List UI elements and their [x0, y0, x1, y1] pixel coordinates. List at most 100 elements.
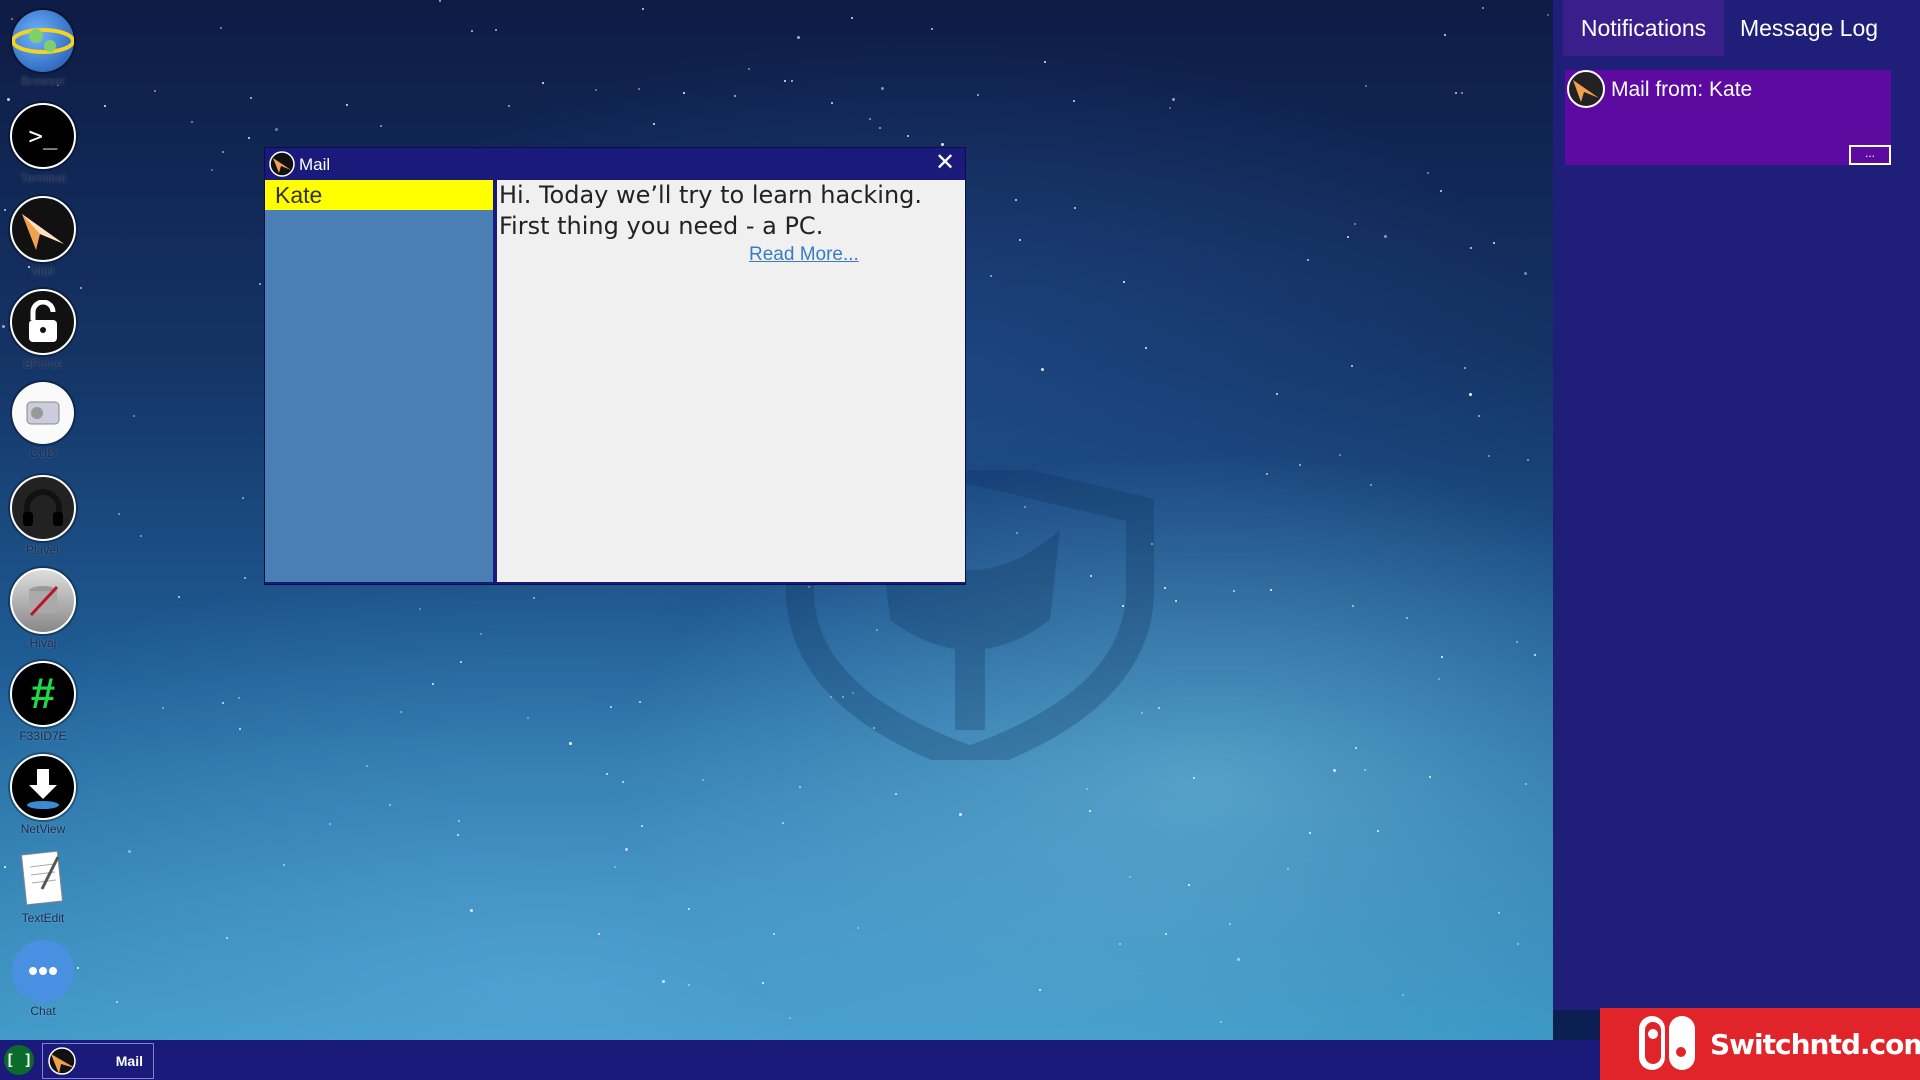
- desktop-icon-mail[interactable]: Mail: [8, 196, 78, 286]
- star: [625, 848, 628, 851]
- star: [990, 275, 992, 277]
- star: [118, 513, 120, 515]
- star: [881, 87, 884, 90]
- star: [1044, 61, 1046, 63]
- switch-logo-icon: [1639, 1016, 1695, 1070]
- star: [799, 786, 801, 788]
- star: [283, 864, 285, 866]
- star: [457, 834, 459, 836]
- star: [1440, 190, 1442, 192]
- notepad-icon: [12, 847, 74, 909]
- star: [1438, 678, 1440, 680]
- notification-card[interactable]: Mail from: Kate ...: [1565, 70, 1891, 165]
- star: [1370, 484, 1372, 486]
- brackets-icon: [ ]: [5, 1051, 33, 1069]
- desktop-icon-textedit[interactable]: TextEdit: [8, 847, 78, 937]
- star: [1041, 368, 1044, 371]
- star: [250, 97, 252, 99]
- star: [4, 866, 6, 868]
- hash-icon: #: [10, 661, 76, 727]
- star: [1270, 589, 1272, 591]
- star: [4, 209, 6, 211]
- star: [244, 577, 246, 579]
- star: [1547, 14, 1549, 16]
- star: [1516, 641, 1518, 643]
- star: [1352, 605, 1354, 607]
- inbox-item-kate[interactable]: Kate: [265, 180, 493, 210]
- star: [116, 1001, 118, 1003]
- window-titlebar[interactable]: Mail ✕: [265, 148, 965, 180]
- star: [784, 80, 786, 82]
- star: [533, 597, 535, 599]
- paper-plane-icon: [269, 151, 295, 177]
- desktop-icon-player[interactable]: Player: [8, 475, 78, 565]
- star: [458, 820, 460, 822]
- star: [389, 804, 391, 806]
- star: [688, 908, 690, 910]
- globe-icon: [12, 10, 74, 72]
- star: [80, 287, 82, 289]
- read-more-link[interactable]: Read More...: [749, 244, 889, 266]
- star: [1498, 912, 1500, 914]
- desktop-icon-label: Terminal: [20, 171, 66, 185]
- star: [734, 95, 736, 97]
- star: [606, 773, 608, 775]
- desktop-icon-label: CUD: [30, 446, 56, 460]
- star: [614, 866, 616, 868]
- star: [797, 36, 800, 39]
- star: [2, 325, 5, 328]
- desktop-icon-label: F33ID7E: [19, 729, 67, 743]
- star: [879, 127, 881, 129]
- tab-message-log[interactable]: Message Log: [1724, 0, 1894, 56]
- terminal-icon: >_: [10, 103, 76, 169]
- desktop-icon-label: BForce: [23, 357, 63, 371]
- star: [380, 125, 382, 127]
- star: [1429, 776, 1431, 778]
- star: [1444, 34, 1446, 36]
- star: [191, 121, 193, 123]
- star: [419, 608, 421, 610]
- desktop-icon-bforce[interactable]: BForce: [8, 289, 78, 379]
- desktop-icon-netview[interactable]: NetView: [8, 754, 78, 844]
- star: [439, 0, 441, 2]
- desktop-icon-chat[interactable]: Chat: [8, 940, 78, 1030]
- star: [1347, 236, 1349, 238]
- taskbar-item-mail[interactable]: Mail: [42, 1043, 154, 1079]
- star: [595, 89, 597, 91]
- star: [1086, 788, 1088, 790]
- desktop-icon-label: Chat: [30, 1004, 56, 1018]
- star: [662, 980, 665, 983]
- desktop-icon-label: Mail: [31, 264, 54, 278]
- star: [869, 118, 871, 120]
- desktop-icon-terminal[interactable]: >_ Terminal: [8, 103, 78, 193]
- star: [1165, 933, 1167, 935]
- star: [542, 82, 544, 84]
- star: [1333, 769, 1336, 772]
- star: [1377, 830, 1379, 832]
- paper-plane-icon: [10, 196, 76, 262]
- star: [791, 80, 793, 82]
- star: [1119, 943, 1121, 945]
- star: [400, 711, 402, 713]
- desktop-icon-cud[interactable]: CUD: [8, 382, 78, 472]
- desktop-icon-hivaj[interactable]: Hivaj: [8, 568, 78, 658]
- star: [895, 793, 897, 795]
- star: [1307, 259, 1309, 261]
- star: [1172, 98, 1175, 101]
- star: [1482, 7, 1484, 9]
- tab-notifications[interactable]: Notifications: [1563, 0, 1724, 56]
- star: [239, 728, 241, 730]
- star: [140, 535, 142, 537]
- more-options-button[interactable]: ...: [1849, 145, 1891, 165]
- notification-text: Mail from: Kate: [1611, 78, 1753, 101]
- desktop-icon-browser[interactable]: Browser: [8, 10, 78, 100]
- database-syringe-icon: [10, 568, 76, 634]
- star: [1073, 100, 1075, 102]
- star: [242, 497, 244, 499]
- close-icon[interactable]: ✕: [933, 151, 957, 175]
- start-button[interactable]: [ ]: [4, 1045, 34, 1075]
- star: [977, 94, 979, 96]
- desktop-icon-f33id7e[interactable]: # F33ID7E: [8, 661, 78, 751]
- message-line: Hi. Today we’ll try to learn hacking.: [499, 181, 923, 209]
- star: [641, 825, 643, 827]
